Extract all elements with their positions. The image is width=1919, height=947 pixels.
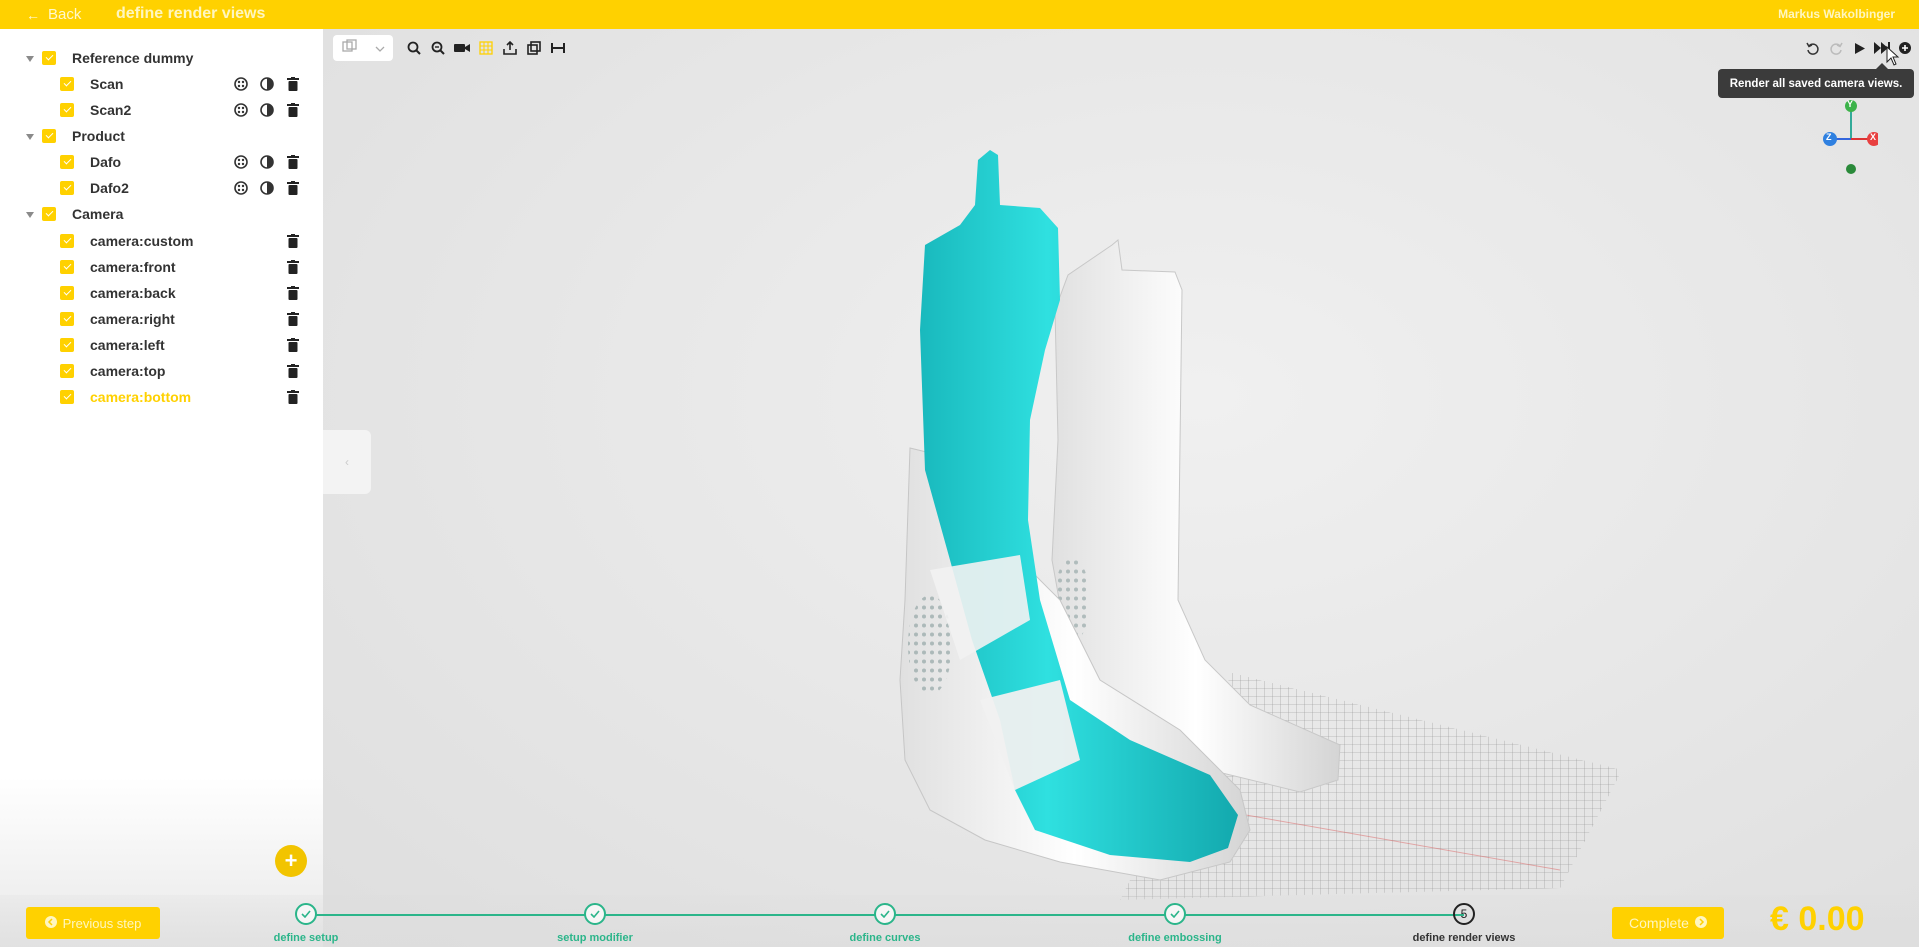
checkbox-camera-front[interactable] — [60, 260, 74, 274]
step-label-define-embossing: define embossing — [1128, 932, 1222, 944]
caret-down-icon[interactable] — [26, 134, 34, 140]
complete-button[interactable]: Complete — [1612, 907, 1724, 939]
tree-group-camera[interactable]: Camera — [72, 206, 123, 222]
step-setup-modifier[interactable] — [584, 903, 606, 925]
trash-icon[interactable] — [286, 155, 300, 169]
trash-icon[interactable] — [286, 390, 300, 404]
tree-item-dafo[interactable]: Dafo — [90, 154, 121, 170]
3d-scene — [899, 150, 1622, 900]
previous-step-label: Previous step — [62, 915, 142, 931]
contrast-icon[interactable] — [260, 155, 274, 169]
tree-item-scan[interactable]: Scan — [90, 76, 123, 92]
tree-item-camera-top[interactable]: camera:top — [90, 363, 165, 379]
tree-item-camera-bottom[interactable]: camera:bottom — [90, 389, 191, 405]
tree-item-camera-custom[interactable]: camera:custom — [90, 233, 194, 249]
step-label-setup-modifier: setup modifier — [557, 932, 633, 944]
checkbox-reference-dummy[interactable] — [42, 51, 56, 65]
caret-down-icon[interactable] — [26, 212, 34, 218]
duplicate-icon[interactable] — [526, 40, 542, 56]
caret-down-icon[interactable] — [26, 56, 34, 62]
axis-y-label: Y — [1847, 99, 1854, 109]
checkbox-camera-left[interactable] — [60, 338, 74, 352]
trash-icon[interactable] — [286, 234, 300, 248]
checkbox-product[interactable] — [42, 129, 56, 143]
step-define-curves[interactable] — [874, 903, 896, 925]
zoom-in-icon[interactable] — [406, 40, 422, 56]
tree-item-scan2[interactable]: Scan2 — [90, 102, 131, 118]
arrow-left-circle-icon — [44, 915, 57, 931]
back-label: Back — [48, 6, 82, 23]
camera-icon[interactable] — [454, 40, 470, 56]
checkbox-dafo2[interactable] — [60, 181, 74, 195]
step-define-render-views[interactable]: 5 — [1453, 903, 1475, 925]
tree-item-camera-right[interactable]: camera:right — [90, 311, 175, 327]
trash-icon[interactable] — [286, 286, 300, 300]
tree-item-camera-back[interactable]: camera:back — [90, 285, 176, 301]
complete-label: Complete — [1629, 915, 1689, 931]
previous-step-button[interactable]: Previous step — [26, 907, 160, 939]
checkbox-scan2[interactable] — [60, 103, 74, 117]
checkbox-dafo[interactable] — [60, 155, 74, 169]
mouse-cursor-icon — [1886, 45, 1900, 71]
checkbox-camera-right[interactable] — [60, 312, 74, 326]
chevron-left-icon: ‹ — [345, 455, 349, 469]
price-total: € 0.00 — [1770, 900, 1865, 938]
checkbox-camera[interactable] — [42, 207, 56, 221]
arrow-right-circle-icon — [1694, 915, 1707, 931]
trash-icon[interactable] — [286, 338, 300, 352]
step-number: 5 — [1460, 907, 1468, 921]
trash-icon[interactable] — [286, 364, 300, 378]
texture-icon[interactable] — [234, 103, 248, 117]
texture-icon[interactable] — [234, 181, 248, 195]
step-define-embossing[interactable] — [1164, 903, 1186, 925]
tree-item-camera-front[interactable]: camera:front — [90, 259, 176, 275]
zoom-out-icon[interactable] — [430, 40, 446, 56]
contrast-icon[interactable] — [260, 103, 274, 117]
trash-icon[interactable] — [286, 312, 300, 326]
checkbox-camera-back[interactable] — [60, 286, 74, 300]
view-mode-select[interactable] — [333, 35, 393, 61]
tree-item-camera-left[interactable]: camera:left — [90, 337, 165, 353]
play-icon[interactable] — [1852, 40, 1868, 56]
tree-group-reference-dummy[interactable]: Reference dummy — [72, 50, 193, 66]
back-button[interactable]: ← Back — [26, 0, 81, 29]
measure-icon[interactable] — [550, 40, 566, 56]
axis-z-label: Z — [1826, 132, 1832, 142]
top-bar: ← Back define render views Markus Wakolb… — [0, 0, 1919, 29]
arrow-left-icon: ← — [26, 6, 40, 23]
texture-icon[interactable] — [234, 155, 248, 169]
page-title: define render views — [116, 5, 266, 22]
collapse-panel-tab[interactable]: ‹ — [323, 430, 371, 494]
3d-viewport[interactable] — [323, 29, 1919, 947]
undo-icon[interactable] — [1804, 40, 1820, 56]
user-name[interactable]: Markus Wakolbinger — [1778, 7, 1895, 21]
trash-icon[interactable] — [286, 260, 300, 274]
trash-icon[interactable] — [286, 103, 300, 117]
checkbox-camera-custom[interactable] — [60, 234, 74, 248]
export-icon[interactable] — [502, 40, 518, 56]
checkbox-camera-top[interactable] — [60, 364, 74, 378]
contrast-icon[interactable] — [260, 181, 274, 195]
view-cube-icon — [341, 38, 358, 58]
checkbox-camera-bottom[interactable] — [60, 390, 74, 404]
trash-icon[interactable] — [286, 77, 300, 91]
chevron-down-icon — [375, 39, 385, 57]
trash-icon[interactable] — [286, 181, 300, 195]
add-button[interactable]: + — [275, 845, 307, 877]
step-label-define-setup: define setup — [273, 932, 339, 944]
axis-x-label: X — [1870, 132, 1877, 142]
tooltip: Render all saved camera views. — [1718, 63, 1914, 98]
texture-icon[interactable] — [234, 77, 248, 91]
redo-icon[interactable] — [1828, 40, 1844, 56]
checkbox-scan[interactable] — [60, 77, 74, 91]
step-label-define-curves: define curves — [849, 932, 921, 944]
step-define-setup[interactable] — [295, 903, 317, 925]
contrast-icon[interactable] — [260, 77, 274, 91]
step-label-define-render-views: define render views — [1412, 932, 1516, 944]
tree-group-product[interactable]: Product — [72, 128, 125, 144]
axis-gizmo[interactable]: Y X Z — [1818, 96, 1881, 176]
grid-icon[interactable] — [478, 40, 494, 56]
tree-item-dafo2[interactable]: Dafo2 — [90, 180, 129, 196]
scene-tree-panel — [0, 29, 323, 947]
